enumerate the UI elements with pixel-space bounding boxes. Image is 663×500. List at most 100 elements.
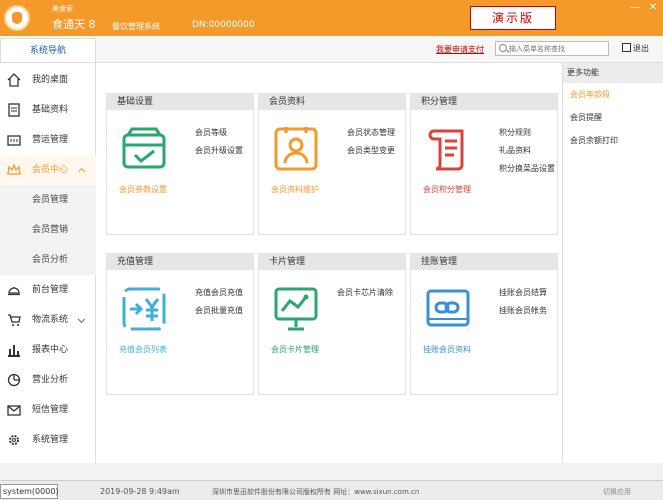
mail-icon	[7, 405, 21, 416]
card-card-management: 卡片管理 会员卡芯片清除 会员卡片管理	[258, 253, 406, 395]
sidebar-item-operations[interactable]: 营运管理	[0, 125, 96, 155]
demo-badge: 演示版	[470, 6, 556, 30]
sidebar-item-member-center[interactable]: 会员中心	[0, 155, 96, 185]
sidebar-item-label: 报表中心	[32, 345, 69, 355]
sidebar-item-label: 我的桌面	[32, 75, 69, 85]
close-button[interactable]: ✕	[646, 2, 660, 14]
member-type-change-link[interactable]: 会员类型变更	[347, 142, 395, 160]
document-icon	[8, 103, 20, 117]
card-basic-settings: 基础设置 会员等级 会员升级设置 会员参数设置	[106, 93, 254, 235]
sidebar-subitem-member-marketing[interactable]: 会员营销	[0, 215, 96, 245]
chevron-up-icon	[77, 167, 86, 176]
sidebar-item-front-desk[interactable]: 前台管理	[0, 275, 96, 305]
sidebar-item-basic-data[interactable]: 基础资料	[0, 95, 96, 125]
member-status-link[interactable]: 会员状态管理	[347, 124, 395, 142]
sidebar-subitem-label: 会员管理	[32, 195, 69, 205]
member-level-link[interactable]: 会员等级	[195, 124, 243, 142]
sidebar-item-logistics[interactable]: 物流系统	[0, 305, 96, 335]
sidebar-item-label: 营运管理	[32, 135, 69, 145]
sidebar-item-sms[interactable]: 短信管理	[0, 395, 96, 425]
card-title: 基础设置	[107, 94, 253, 110]
points-exchange-link[interactable]: 积分换菜品设置	[499, 160, 555, 178]
register-icon	[7, 135, 21, 146]
card-title: 会员资料	[259, 94, 405, 110]
cloche-icon	[8, 287, 20, 296]
card-credit-management: 挂账管理 挂账会员结算 挂账会员帐务 挂账会员资料	[410, 253, 558, 395]
member-reminder-link[interactable]: 会员提醒	[563, 106, 663, 129]
sidebar-item-label: 营业分析	[32, 375, 69, 385]
box-check-icon[interactable]	[120, 125, 168, 173]
card-chip-clear-link[interactable]: 会员卡芯片清除	[337, 284, 393, 302]
system-name: 餐饮管理系统	[112, 22, 160, 31]
nav-title: 系统导航	[0, 38, 96, 62]
member-age-group-link[interactable]: 会员年龄段	[563, 83, 663, 106]
status-time: 2019-09-28 9:49am	[100, 487, 180, 496]
sidebar-item-label: 基础资料	[32, 105, 69, 115]
more-functions-title: 更多功能	[563, 63, 663, 83]
cart-icon	[8, 314, 21, 326]
member-recharge-link[interactable]: 充值会员充值	[195, 284, 243, 302]
minimize-button[interactable]: —	[628, 2, 642, 14]
exit-icon	[622, 43, 631, 52]
member-balance-print-link[interactable]: 会员余额打印	[563, 129, 663, 152]
main-content: 基础设置 会员等级 会员升级设置 会员参数设置 会员资料 会员状态管理 会员类型…	[96, 63, 562, 463]
screen-chart-icon[interactable]	[272, 285, 320, 333]
search-input[interactable]	[509, 43, 607, 54]
sidebar-subitem-label: 会员分析	[32, 255, 69, 265]
card-title: 挂账管理	[411, 254, 557, 270]
recharge-member-list-link[interactable]: 充值会员列表	[119, 344, 167, 355]
sidebar-item-label: 系统管理	[32, 435, 69, 445]
scroll-icon[interactable]	[424, 125, 472, 173]
apply-payment-link[interactable]: 我要申请支付	[436, 44, 484, 55]
credit-member-data-link[interactable]: 挂账会员资料	[423, 344, 471, 355]
id-card-icon[interactable]	[272, 125, 320, 173]
sidebar-item-label: 短信管理	[32, 405, 69, 415]
card-title: 充值管理	[107, 254, 253, 270]
home-icon	[7, 73, 21, 87]
gear-icon	[9, 435, 19, 445]
credit-settlement-link[interactable]: 挂账会员结算	[499, 284, 547, 302]
sidebar-item-system[interactable]: 系统管理	[0, 425, 96, 455]
sidebar-item-business-analysis[interactable]: 营业分析	[0, 365, 96, 395]
sidebar-subitem-label: 会员营销	[32, 225, 69, 235]
sidebar: 我的桌面 基础资料 营运管理 会员中心 会员管理 会员营销 会员分析 前台管理 …	[0, 63, 96, 463]
sidebar-item-reports[interactable]: 报表中心	[0, 335, 96, 365]
card-title: 卡片管理	[259, 254, 405, 270]
member-points-link[interactable]: 会员积分管理	[423, 184, 471, 195]
member-data-maintain-link[interactable]: 会员资料维护	[271, 184, 319, 195]
sidebar-subitem-member-management[interactable]: 会员管理	[0, 185, 96, 215]
gift-data-link[interactable]: 礼品资料	[499, 142, 555, 160]
yen-transfer-icon[interactable]	[120, 285, 168, 333]
bar-chart-icon	[8, 345, 20, 357]
current-user: system(0000)	[0, 484, 59, 499]
exit-label: 退出	[633, 44, 649, 53]
card-points-management: 积分管理 积分规则 礼品资料 积分换菜品设置 会员积分管理	[410, 93, 558, 235]
card-member-data: 会员资料 会员状态管理 会员类型变更 会员资料维护	[258, 93, 406, 235]
menu-search[interactable]	[495, 41, 609, 56]
chevron-down-icon	[77, 315, 86, 324]
credit-accounts-link[interactable]: 挂账会员帐务	[499, 302, 547, 320]
exit-button[interactable]: 退出	[622, 43, 649, 54]
member-card-management-link[interactable]: 会员卡片管理	[271, 344, 319, 355]
crown-icon	[7, 163, 21, 175]
member-params-link[interactable]: 会员参数设置	[119, 184, 167, 195]
sidebar-item-desktop[interactable]: 我的桌面	[0, 65, 96, 95]
status-bar: system(0000) 2019-09-28 9:49am 深圳市思迅软件股份…	[0, 480, 663, 500]
points-rules-link[interactable]: 积分规则	[499, 124, 555, 142]
member-upgrade-settings-link[interactable]: 会员升级设置	[195, 142, 243, 160]
brand-small: 美食家	[52, 5, 73, 13]
copyright-text: 深圳市思迅软件股份有限公司版权所有 网址：www.sixun.com.cn	[212, 488, 420, 496]
sidebar-item-label: 会员中心	[32, 165, 69, 175]
sidebar-item-label: 物流系统	[32, 315, 69, 325]
sidebar-item-label: 前台管理	[32, 285, 69, 295]
card-recharge-management: 充值管理 充值会员充值 会员批量充值 充值会员列表	[106, 253, 254, 395]
title-bar: 美食家 食通天 8 餐饮管理系统 DN:00000000 演示版 — ✕	[0, 0, 663, 36]
batch-recharge-link[interactable]: 会员批量充值	[195, 302, 243, 320]
search-icon	[499, 44, 507, 52]
header-bar: 系统导航 我要申请支付 退出	[0, 36, 663, 63]
switch-app-link[interactable]: 切换应用	[603, 487, 631, 497]
more-functions-panel: 更多功能 会员年龄段 会员提醒 会员余额打印	[562, 63, 663, 463]
dn-number: DN:00000000	[192, 20, 255, 30]
link-card-icon[interactable]	[424, 285, 472, 333]
sidebar-subitem-member-analysis[interactable]: 会员分析	[0, 245, 96, 275]
